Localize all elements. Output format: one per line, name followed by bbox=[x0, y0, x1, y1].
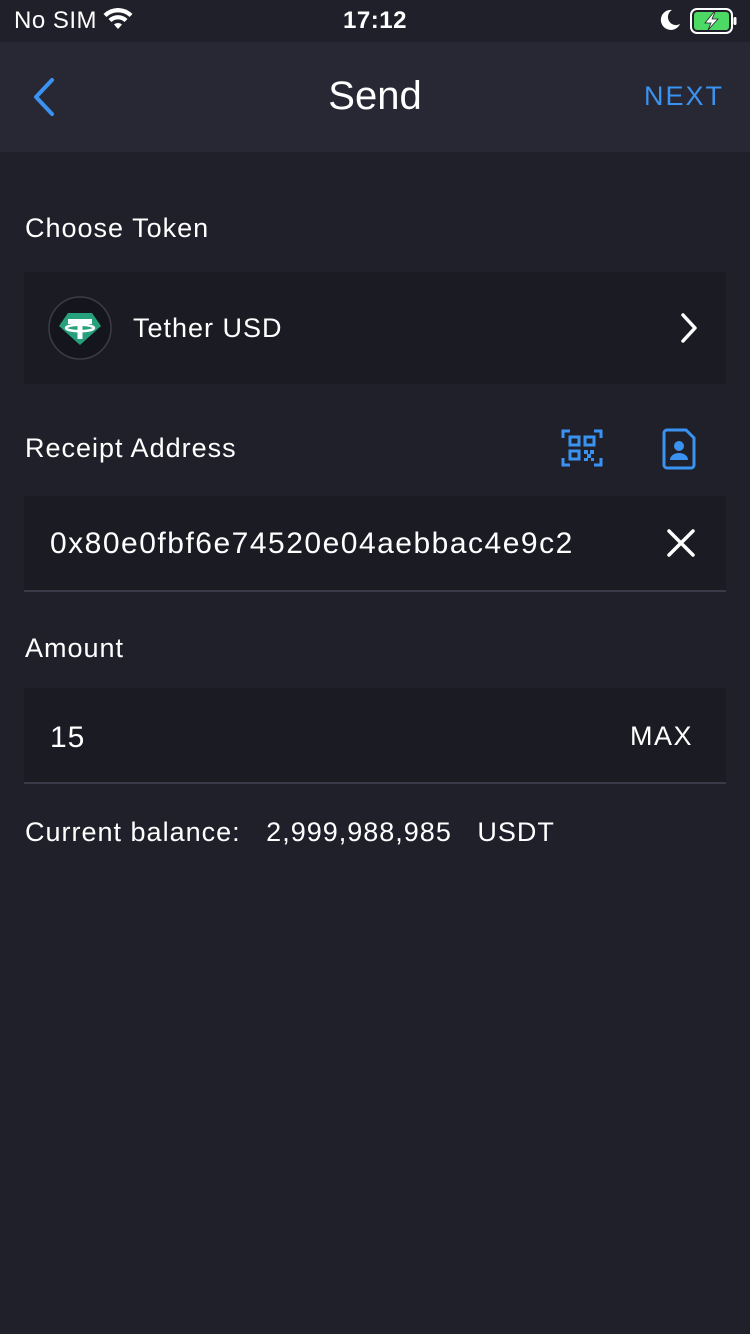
address-field[interactable]: 0x80e0fbf6e74520e04aebbac4e9c2 bbox=[24, 496, 726, 592]
token-selector[interactable]: Tether USD bbox=[24, 272, 726, 384]
balance-value: 2,999,988,985 bbox=[266, 817, 452, 847]
qr-scan-icon bbox=[561, 429, 603, 467]
choose-token-label: Choose Token bbox=[25, 213, 210, 243]
close-icon bbox=[667, 529, 695, 557]
amount-field[interactable]: 15 MAX bbox=[24, 688, 726, 784]
moon-icon bbox=[658, 8, 682, 37]
current-balance: Current balance: 2,999,988,985 USDT bbox=[25, 814, 555, 850]
address-input[interactable]: 0x80e0fbf6e74520e04aebbac4e9c2 bbox=[50, 524, 630, 564]
balance-unit: USDT bbox=[477, 817, 555, 847]
amount-input[interactable]: 15 bbox=[50, 718, 550, 758]
status-bar: No SIM 17:12 bbox=[0, 0, 750, 42]
max-button[interactable]: MAX bbox=[630, 718, 693, 754]
contact-book-button[interactable] bbox=[660, 428, 696, 470]
next-button[interactable]: NEXT bbox=[644, 78, 724, 114]
qr-scan-button[interactable] bbox=[560, 428, 604, 468]
receipt-address-label: Receipt Address bbox=[25, 433, 237, 463]
clear-address-button[interactable] bbox=[666, 528, 696, 558]
nav-bar: Send NEXT bbox=[0, 42, 750, 152]
tether-logo bbox=[48, 296, 112, 360]
chevron-right-icon bbox=[680, 312, 698, 349]
contact-book-icon bbox=[662, 428, 696, 470]
balance-label: Current balance: bbox=[25, 817, 241, 847]
token-name: Tether USD bbox=[133, 313, 283, 343]
status-time: 17:12 bbox=[343, 7, 407, 34]
amount-label: Amount bbox=[25, 633, 125, 663]
battery-charging-icon bbox=[690, 8, 738, 39]
page-title: Send bbox=[328, 74, 422, 118]
